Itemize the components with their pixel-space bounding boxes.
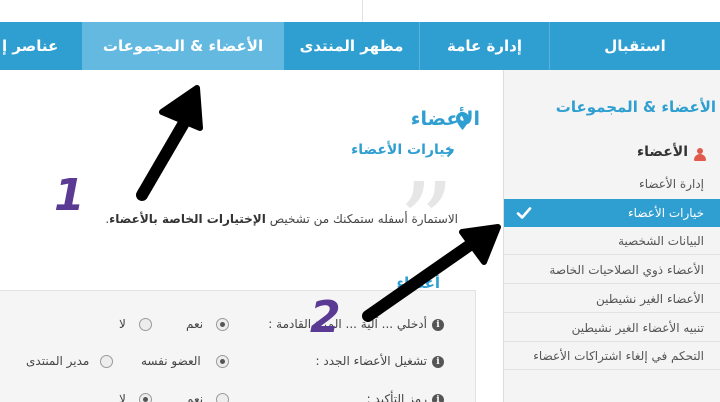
- annotation-arrow-1: [136, 85, 203, 201]
- annotation-arrows: [136, 85, 501, 322]
- annotation-arrow-2: [362, 224, 501, 322]
